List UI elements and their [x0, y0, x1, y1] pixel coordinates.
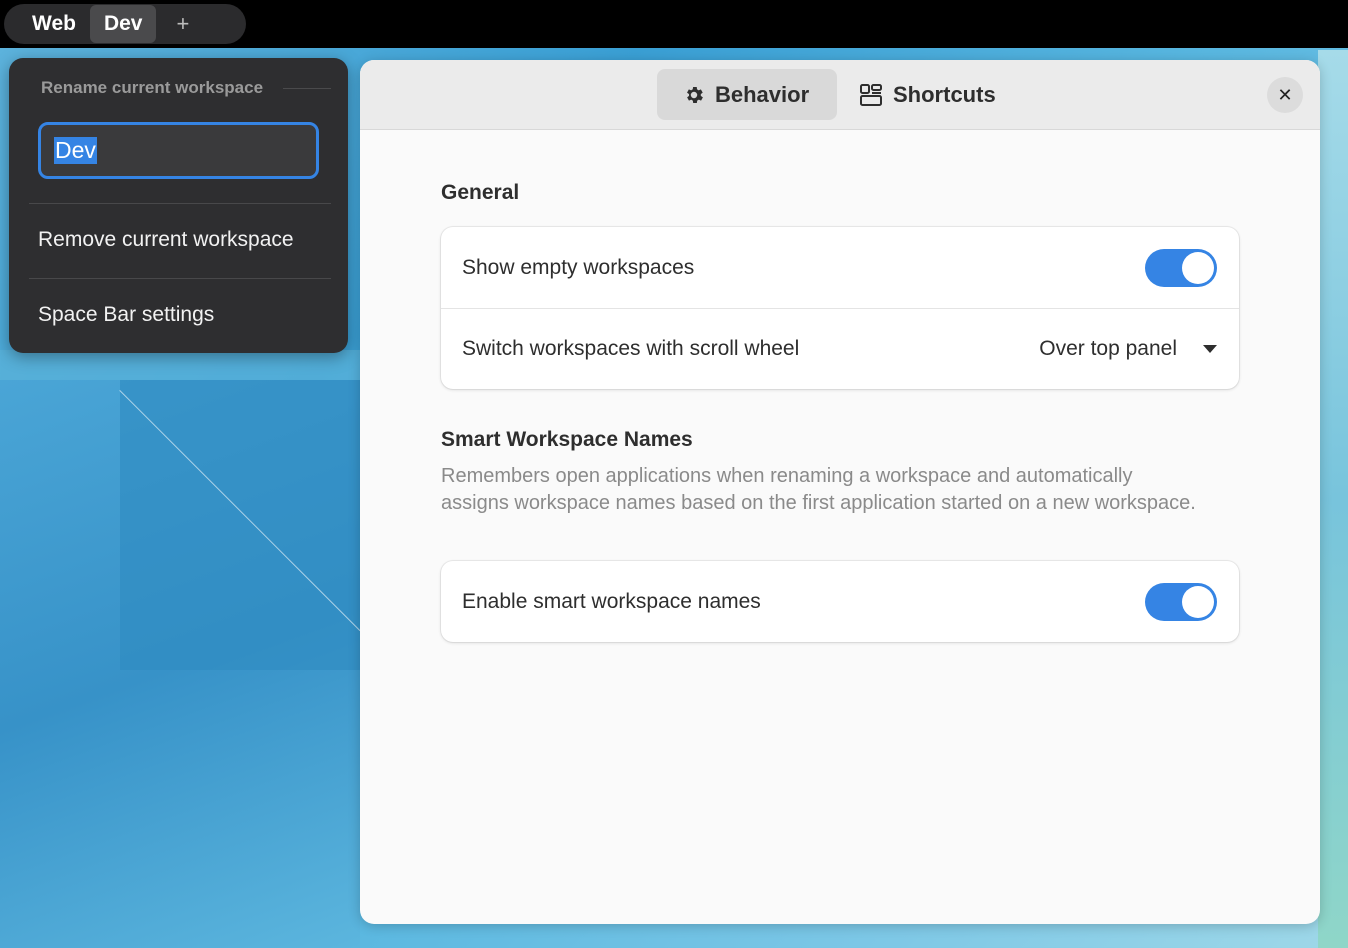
tab-shortcuts[interactable]: Shortcuts — [842, 69, 1012, 120]
section-title-general: General — [441, 181, 520, 204]
rename-header-label: Rename current workspace — [41, 78, 264, 97]
tab-behavior[interactable]: Behavior — [657, 69, 837, 120]
gear-icon — [687, 86, 703, 103]
rename-workspace-input[interactable]: Dev — [38, 122, 319, 179]
shortcuts-icon — [860, 83, 882, 106]
section-description: Remembers open applications when renamin… — [441, 465, 1196, 514]
dropdown-value: Over top panel — [1039, 337, 1177, 360]
tab-behavior-label: Behavior — [715, 81, 810, 107]
space-bar-settings-item[interactable]: Space Bar settings — [38, 303, 214, 327]
wallpaper-shape — [1318, 50, 1348, 948]
wallpaper-shape — [120, 380, 360, 670]
setting-row-scroll-wheel: Switch workspaces with scroll wheel Over… — [441, 308, 1239, 389]
remove-workspace-item[interactable]: Remove current workspace — [38, 228, 294, 252]
setting-row-show-empty: Show empty workspaces — [441, 227, 1239, 308]
setting-row-smart-names: Enable smart workspace names — [441, 561, 1239, 642]
workspace-button-dev[interactable]: Dev — [89, 5, 157, 43]
rename-input-value[interactable]: Dev — [54, 137, 97, 164]
show-empty-workspaces-switch[interactable] — [1145, 248, 1217, 287]
tab-shortcuts-label: Shortcuts — [893, 81, 996, 107]
chevron-down-icon — [1203, 345, 1217, 353]
workspace-bar: Web Dev + — [4, 4, 246, 44]
add-workspace-button[interactable]: + — [166, 5, 199, 43]
setting-label: Switch workspaces with scroll wheel — [462, 337, 800, 360]
menu-divider — [29, 203, 331, 204]
close-icon: ✕ — [1277, 84, 1293, 105]
smart-workspace-names-switch[interactable] — [1145, 582, 1217, 621]
close-button[interactable]: ✕ — [1267, 77, 1303, 113]
scroll-wheel-dropdown[interactable]: Over top panel — [1039, 337, 1217, 361]
menu-section-header: Rename current workspace — [41, 78, 331, 98]
smart-names-card: Enable smart workspace names — [441, 561, 1239, 642]
setting-label: Show empty workspaces — [462, 255, 695, 279]
switch-knob — [1182, 585, 1214, 618]
general-settings-card: Show empty workspaces Switch workspaces … — [441, 227, 1239, 389]
settings-window: Behavior Shortcuts ✕ General Show empty … — [360, 60, 1320, 924]
setting-label: Enable smart workspace names — [462, 589, 761, 613]
section-title-smart-names: Smart Workspace Names — [441, 428, 693, 451]
top-panel: Web Dev + — [0, 0, 1348, 48]
header-divider — [283, 87, 331, 89]
workspace-context-menu: Rename current workspace Dev Remove curr… — [9, 58, 348, 353]
header-bar: Behavior Shortcuts ✕ — [360, 60, 1320, 130]
switch-knob — [1182, 251, 1214, 284]
menu-divider — [29, 278, 331, 279]
workspace-button-web[interactable]: Web — [18, 5, 90, 43]
